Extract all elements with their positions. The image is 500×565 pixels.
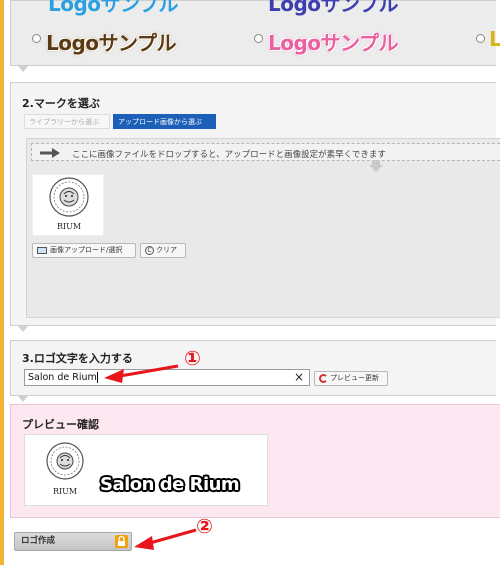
image-upload-label: 画像アップロード/選択 [50, 246, 123, 254]
logo-text-panel [10, 340, 496, 396]
tab-upload[interactable]: アップロード画像から選ぶ [113, 114, 216, 129]
logo-text-input-value: Salon de Rium [28, 372, 97, 383]
logo-sample-radio-2[interactable] [254, 34, 263, 43]
create-logo-label: ロゴ作成 [21, 536, 56, 546]
logo-sample-yellow-partial[interactable]: L [489, 27, 500, 51]
logo-sample-pink[interactable]: Logoサンプル [268, 27, 398, 56]
annotation-number-2: ② [196, 514, 213, 538]
section-title-mark: 2.マークを選ぶ [22, 97, 100, 110]
panel-notch [18, 66, 28, 72]
image-upload-button[interactable]: 画像アップロード/選択 [32, 243, 136, 258]
medusa-mark-icon [49, 177, 89, 217]
image-icon [37, 246, 47, 254]
preview-canvas: RIUM [24, 434, 268, 506]
preview-logo-text: Salon de Rium [100, 474, 240, 495]
panel-notch [18, 396, 28, 402]
annotation-number-1: ① [184, 346, 201, 370]
text-cursor [96, 372, 98, 383]
tab-library[interactable]: ライブラリーから選ぶ [24, 114, 110, 129]
logo-sample-radio-1[interactable] [32, 34, 41, 43]
lock-icon [115, 535, 128, 548]
panel-notch [18, 326, 28, 332]
refresh-icon [319, 373, 328, 383]
create-logo-button[interactable]: ロゴ作成 [14, 532, 132, 551]
clear-input-icon[interactable]: × [294, 370, 304, 385]
drop-hint-text: ここに画像ファイルをドロップすると、アップロードと画像設定が素早くできます [72, 150, 386, 160]
clear-mark-label: クリア [156, 246, 177, 254]
annotation-arrow-2 [134, 528, 197, 550]
preview-refresh-label: プレビュー更新 [330, 374, 379, 382]
clear-circle-icon: C [145, 245, 154, 255]
clear-mark-button[interactable]: C クリア [140, 243, 186, 258]
preview-refresh-button[interactable]: プレビュー更新 [314, 371, 388, 386]
drop-hint-bar[interactable]: ここに画像ファイルをドロップすると、アップロードと画像設定が素早くできます [31, 143, 500, 161]
logo-sample-brown[interactable]: Logoサンプル [46, 27, 176, 56]
preview-mark-caption: RIUM [52, 487, 78, 496]
logo-sample-top-2: Logoサンプル [268, 0, 398, 16]
section-title-preview: プレビュー確認 [22, 418, 99, 431]
logo-sample-top-1: Logoサンプル [48, 0, 178, 16]
uploaded-mark-thumbnail[interactable]: RIUM [32, 174, 104, 236]
logo-sample-radio-3[interactable] [476, 34, 485, 43]
medusa-mark-icon [46, 442, 84, 480]
arrow-right-icon [40, 148, 60, 158]
arrow-down-icon [369, 160, 383, 172]
annotation-arrow-1 [104, 364, 179, 383]
thumbnail-caption: RIUM [56, 222, 82, 231]
